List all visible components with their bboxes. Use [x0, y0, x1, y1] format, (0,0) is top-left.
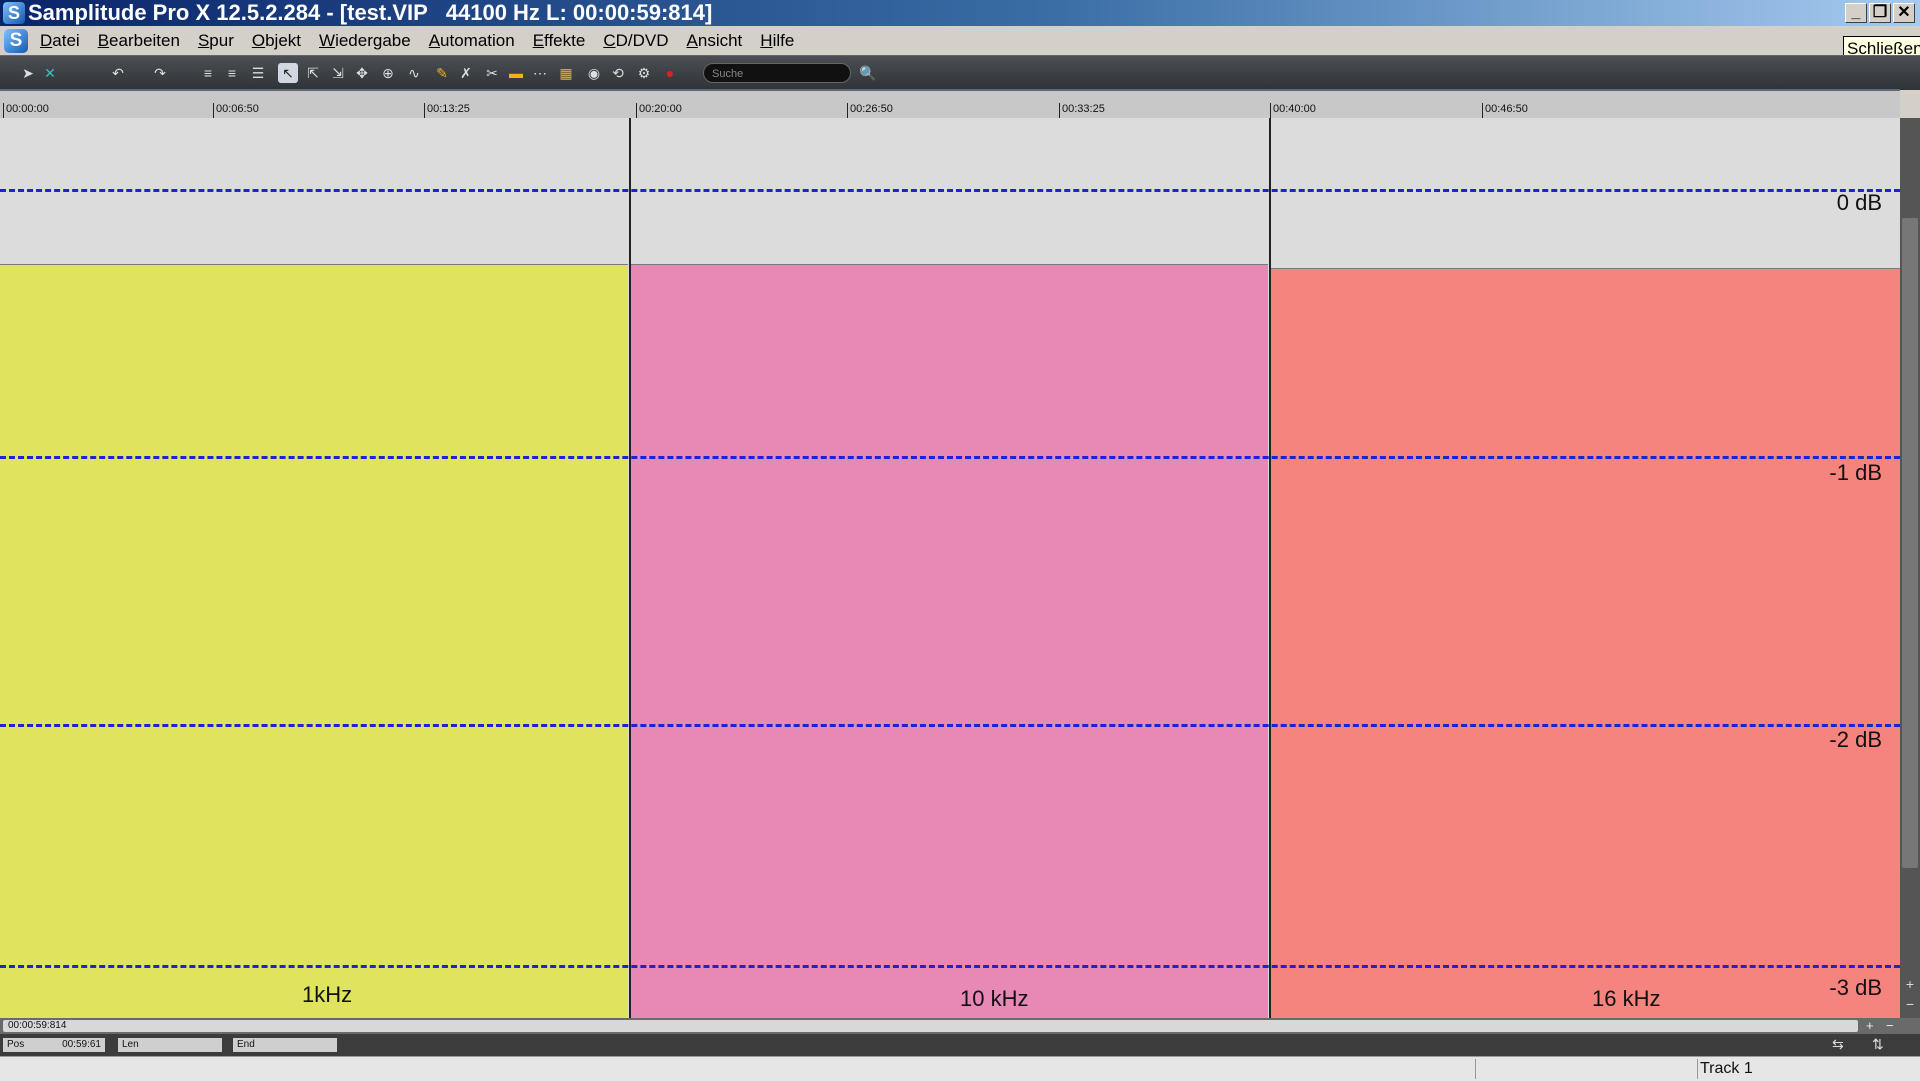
- timeline-ruler[interactable]: 00:00:00 00:06:50 00:13:25 00:20:00 00:26:50…: [0, 89, 1900, 120]
- horizontal-scroll-thumb[interactable]: [3, 1020, 1858, 1032]
- menu-item-effekte[interactable]: Effekte: [533, 26, 586, 55]
- clip-boundary: [1269, 118, 1271, 1018]
- cut-icon[interactable]: ✂: [482, 63, 502, 83]
- glue-icon[interactable]: ▬: [506, 63, 526, 83]
- len-field[interactable]: Len: [118, 1038, 222, 1052]
- clip-label: 1kHz: [302, 982, 353, 1007]
- menu-item-hilfe[interactable]: Hilfe: [760, 26, 794, 55]
- ruler-label: 00:00:00: [6, 103, 49, 115]
- db-grid-line: [0, 965, 1900, 968]
- close-button[interactable]: ✕: [1893, 3, 1915, 23]
- status-separator: [1475, 1059, 1476, 1079]
- snap-icon[interactable]: ⋯: [530, 63, 550, 83]
- scrub-tool-icon[interactable]: ✥: [352, 63, 372, 83]
- select-tool-icon[interactable]: ↖: [278, 63, 298, 83]
- clip-label: 16 kHz: [1592, 986, 1661, 1011]
- list-mode-icon[interactable]: ☰: [248, 63, 268, 83]
- pointer-icon[interactable]: ➤: [18, 63, 38, 83]
- undo-icon[interactable]: ↶: [108, 63, 128, 83]
- audio-clip[interactable]: [631, 264, 1268, 1018]
- ruler-label: 00:06:50: [216, 103, 259, 115]
- horizontal-zoom-out-icon[interactable]: −: [1886, 1018, 1894, 1034]
- pos-value: 00:59:61: [62, 1039, 101, 1050]
- menu-item-cd-dvd[interactable]: CD/DVD: [603, 26, 668, 55]
- menu-item-wiedergabe[interactable]: Wiedergabe: [319, 26, 411, 55]
- object-mode-icon[interactable]: ≡: [198, 63, 218, 83]
- restore-button[interactable]: ❐: [1869, 3, 1891, 23]
- horizontal-scrollbar[interactable]: 00:00:59:814 + −: [0, 1018, 1920, 1034]
- clip-label: 10 kHz: [960, 986, 1029, 1011]
- ruler-label: 00:20:00: [639, 103, 682, 115]
- clip-boundary: [629, 118, 631, 1018]
- ruler-label: 00:26:50: [850, 103, 893, 115]
- menu-item-spur[interactable]: Spur: [198, 26, 234, 55]
- len-label: Len: [122, 1039, 139, 1050]
- pos-field[interactable]: Pos 00:59:61: [3, 1038, 105, 1052]
- end-label: End: [237, 1039, 255, 1050]
- minimize-button[interactable]: _: [1845, 3, 1867, 23]
- samplitude-logo-icon: S: [3, 2, 25, 24]
- pencil-icon[interactable]: ✎: [432, 63, 452, 83]
- range-tool-icon[interactable]: ⇱: [303, 63, 323, 83]
- search-icon[interactable]: 🔍: [858, 63, 878, 83]
- menu-item-ansicht[interactable]: Ansicht: [687, 26, 743, 55]
- erase-icon[interactable]: ✗: [456, 63, 476, 83]
- grid-icon[interactable]: ▦: [556, 63, 576, 83]
- vertical-zoom-out-icon[interactable]: −: [1902, 996, 1918, 1012]
- db-label: -2 dB: [1829, 727, 1882, 752]
- db-label: 0 dB: [1836, 190, 1882, 215]
- record-icon[interactable]: ●: [660, 63, 680, 83]
- ruler-label: 00:33:25: [1062, 103, 1105, 115]
- ruler-label: 00:13:25: [427, 103, 470, 115]
- menu-items: Datei Bearbeiten Spur Objekt Wiedergabe Autom…: [40, 26, 812, 55]
- ruler-label: 00:40:00: [1273, 103, 1316, 115]
- position-readout: 00:00:59:814: [8, 1020, 67, 1031]
- status-separator: [1697, 1059, 1698, 1079]
- db-grid-line: [0, 724, 1900, 727]
- db-grid-line: [0, 456, 1900, 459]
- db-label: -3 dB: [1829, 975, 1882, 1000]
- title-bar: S Samplitude Pro X 12.5.2.284 - [test.VI…: [0, 0, 1920, 26]
- redo-icon[interactable]: ↷: [150, 63, 170, 83]
- ruler-label: 00:46:50: [1485, 103, 1528, 115]
- menu-item-automation[interactable]: Automation: [429, 26, 515, 55]
- menu-bar: S Datei Bearbeiten Spur Objekt Wiedergabe Aut…: [0, 26, 1920, 55]
- db-label: -1 dB: [1829, 460, 1882, 485]
- crossfade-icon[interactable]: ✕: [40, 63, 60, 83]
- pos-label: Pos: [7, 1039, 25, 1050]
- settings-icon[interactable]: ⚙: [634, 63, 654, 83]
- audio-clip[interactable]: [0, 264, 628, 1018]
- vertical-fit-icon[interactable]: ⇅: [1872, 1036, 1884, 1053]
- zoom-tool-icon[interactable]: ⊕: [378, 63, 398, 83]
- window-title: Samplitude Pro X 12.5.2.284 - [test.VIP …: [28, 0, 713, 25]
- track-area[interactable]: 1kHz 10 kHz 16 kHz 0 dB -1 dB -2 dB -3 dB: [0, 118, 1900, 1018]
- app-menu-icon[interactable]: S: [4, 29, 28, 53]
- split-tool-icon[interactable]: ⇲: [328, 63, 348, 83]
- status-track-name: Track 1: [1700, 1060, 1753, 1077]
- toolbar: ➤ ✕ ↶ ↷ ≡ ≡ ☰ ↖ ⇱ ⇲ ✥ ⊕ ∿ ✎ ✗ ✂ ▬ ⋯ ▦ ◉ ⟲ ⚙ ● Suche 🔍: [0, 55, 1920, 90]
- horizontal-zoom-in-icon[interactable]: +: [1866, 1018, 1874, 1034]
- menu-item-objekt[interactable]: Objekt: [252, 26, 301, 55]
- curve-tool-icon[interactable]: ∿: [404, 63, 424, 83]
- menu-item-datei[interactable]: Datei: [40, 26, 80, 55]
- status-bar: Track 1: [0, 1056, 1920, 1081]
- loop-icon[interactable]: ⟲: [608, 63, 628, 83]
- db-grid-line: [0, 189, 1900, 192]
- audio-clip[interactable]: [1271, 268, 1900, 1018]
- horizontal-fit-icon[interactable]: ⇆: [1832, 1036, 1844, 1053]
- vertical-scroll-thumb[interactable]: [1902, 218, 1918, 868]
- menu-item-bearbeiten[interactable]: Bearbeiten: [98, 26, 180, 55]
- metronome-icon[interactable]: ◉: [584, 63, 604, 83]
- range-mode-icon[interactable]: ≡: [222, 63, 242, 83]
- search-input[interactable]: Suche: [703, 63, 851, 83]
- position-bar: Pos 00:59:61 Len End ⇆ ⇅: [0, 1034, 1920, 1056]
- end-field[interactable]: End: [233, 1038, 337, 1052]
- vertical-scrollbar[interactable]: + −: [1900, 118, 1920, 1018]
- vertical-zoom-in-icon[interactable]: +: [1902, 976, 1918, 992]
